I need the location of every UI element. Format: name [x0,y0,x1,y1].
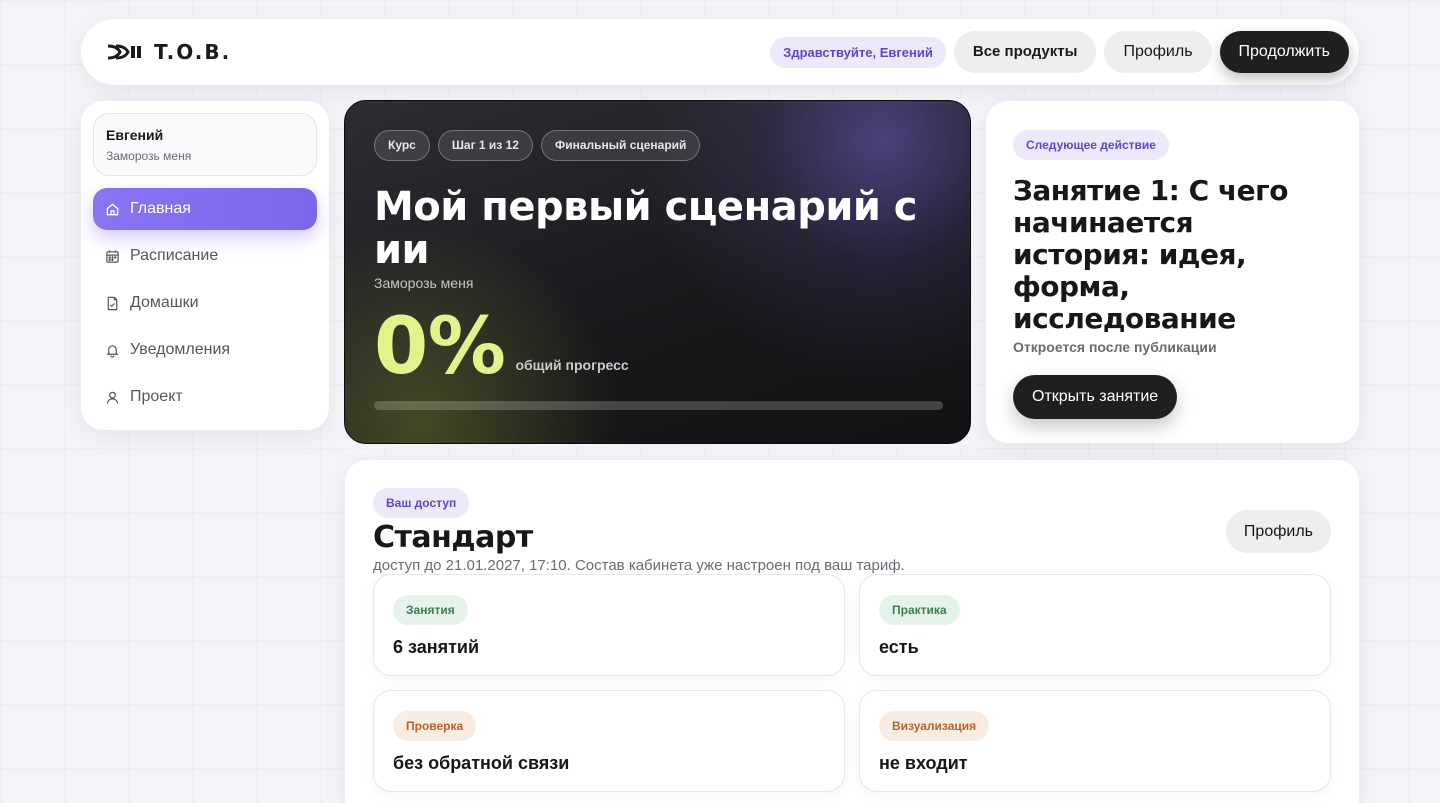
sidebar-nav: Главная Расписание Домашки Уведомления П… [93,188,317,418]
feature-tag: Практика [879,595,960,625]
course-subtitle: Заморозь меня [374,275,474,291]
sidebar-item-notifications[interactable]: Уведомления [93,329,317,371]
feature-tag: Занятия [393,595,468,625]
course-title: Мой первый сценарий с ии [374,184,918,273]
greeting-badge: Здравствуйте, Евгений [770,36,946,68]
lesson-title: Занятие 1: С чего начинается история: ид… [1013,174,1289,335]
logo-mark-icon [107,44,141,60]
course-hero-card: Курс Шаг 1 из 12 Финальный сценарий Мой … [344,100,971,444]
access-profile-button[interactable]: Профиль [1225,510,1331,553]
feature-tag: Проверка [393,711,477,741]
feature-tag: Визуализация [879,711,990,741]
access-tag: Ваш доступ [373,488,470,518]
sidebar-item-home[interactable]: Главная [93,188,317,230]
next-action-tag: Следующее действие [1013,130,1169,160]
user-card[interactable]: Евгений Заморозь меня [93,113,317,176]
sidebar-item-label: Расписание [130,247,219,264]
calendar-icon [106,249,119,263]
feature-value: есть [879,637,919,657]
progress-bar [374,401,943,410]
plan-features-grid: Занятия 6 занятий Практика есть Проверка… [373,574,1331,792]
feature-card-lessons: Занятия 6 занятий [373,574,845,676]
all-products-button[interactable]: Все продукты [953,31,1097,73]
progress-percent: 0% [374,302,506,392]
user-name: Евгений [106,127,164,143]
next-action-card: Следующее действие Занятие 1: С чего нач… [986,101,1359,443]
progress-label: общий прогресс [515,357,629,373]
chip-final-scenario: Финальный сценарий [540,130,701,161]
continue-button[interactable]: Продолжить [1219,31,1349,73]
profile-button[interactable]: Профиль [1104,31,1212,73]
plan-description: доступ до 21.01.2027, 17:10. Состав каби… [373,557,905,574]
chip-step: Шаг 1 из 12 [437,130,533,161]
document-icon [107,296,118,310]
course-chips: Курс Шаг 1 из 12 Финальный сценарий [374,130,941,161]
logo[interactable]: T.O.B. [106,40,231,64]
sidebar-item-label: Уведомления [130,341,231,358]
sidebar-item-label: Домашки [130,294,199,311]
user-icon [106,391,119,404]
feature-value: без обратной связи [393,753,570,773]
lesson-availability: Откроется после публикации [1013,339,1217,355]
sidebar-item-schedule[interactable]: Расписание [93,235,317,277]
top-header: T.O.B. Здравствуйте, Евгений Все продукт… [81,19,1359,85]
sidebar: Евгений Заморозь меня Главная Расписание… [81,101,329,430]
feature-value: 6 занятий [393,637,480,657]
sidebar-item-homework[interactable]: Домашки [93,282,317,324]
user-subtitle: Заморозь меня [106,149,192,163]
home-icon [106,202,119,215]
bell-icon [106,344,119,358]
feature-card-practice: Практика есть [859,574,1331,676]
plan-title: Стандарт [373,520,533,555]
chip-course: Курс [374,130,430,161]
logo-text: T.O.B. [154,40,232,64]
open-lesson-button[interactable]: Открыть занятие [1013,375,1178,419]
feature-value: не входит [879,753,968,773]
sidebar-item-label: Проект [130,388,183,405]
feature-card-visualization: Визуализация не входит [859,690,1331,792]
feature-card-review: Проверка без обратной связи [373,690,845,792]
sidebar-item-project[interactable]: Проект [93,376,317,418]
sidebar-item-label: Главная [130,200,191,217]
progress-row: 0% общий прогресс [374,302,941,392]
access-card: Ваш доступ Стандарт доступ до 21.01.2027… [345,460,1359,803]
